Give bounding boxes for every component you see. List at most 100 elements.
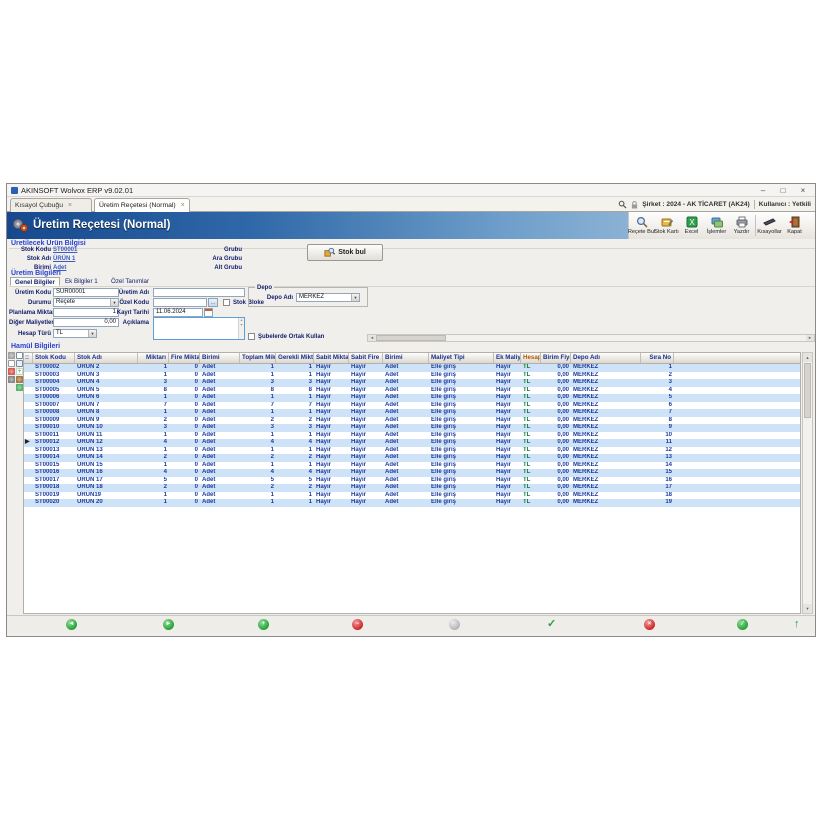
table-row[interactable]: ST00007 ÜRÜN 7 7 0 Adet 7 7 Hayır Hayır … [24,402,800,410]
col-birimi[interactable]: Birimi [200,353,240,363]
scrollbar[interactable]: ▲▼ [238,318,244,339]
col-sabit-fire[interactable]: Sabit Fire [349,353,383,363]
hesap-turu-select[interactable]: TL▼ [53,329,97,338]
copy-doc-icon[interactable] [16,352,23,359]
scroll-top-button[interactable]: ↑ [794,618,800,631]
tab-ozel-tanimlar[interactable]: Özel Tanımlar [107,277,153,286]
stok-adi-link[interactable]: ÜRÜN 1 [53,255,75,264]
stok-bloke-checkbox[interactable] [223,299,230,306]
minimize-button[interactable]: – [753,184,773,197]
scrollbar-thumb[interactable] [376,335,446,341]
recete-bul-button[interactable]: Reçete Bul [629,212,654,239]
vertical-scrollbar[interactable]: ▲ ▼ [802,352,813,614]
kapat-button[interactable]: Kapat [782,212,807,239]
table-row[interactable]: ST00016 ÜRÜN 16 4 0 Adet 4 4 Hayır Hayır… [24,469,800,477]
table-row[interactable]: ST00017 ÜRÜN 17 5 0 Adet 5 5 Hayır Hayır… [24,477,800,485]
calendar-icon[interactable] [204,308,213,317]
delete-record-button[interactable]: − [352,619,363,630]
tab-uretim-recetesi[interactable]: Üretim Reçetesi (Normal) × [94,198,190,212]
aciklama-textarea[interactable]: ▲▼ [153,317,245,340]
tab-ek-bilgiler-1[interactable]: Ek Bilgiler 1 [61,277,102,286]
col-birimi-2[interactable]: Birimi [383,353,429,363]
export-icon[interactable] [16,384,23,391]
islemler-button[interactable]: İşlemler [704,212,729,239]
table-row[interactable]: ST00011 ÜRÜN 11 1 0 Adet 1 1 Hayır Hayır… [24,432,800,440]
undo-red-icon[interactable] [8,368,15,375]
gear-dark-icon[interactable] [8,376,15,383]
cell-birimi-2: Adet [383,477,429,485]
table-row[interactable]: ST00015 ÜRÜN 15 1 0 Adet 1 1 Hayır Hayır… [24,462,800,470]
settings-gear-icon[interactable] [8,352,15,359]
chevron-down-icon[interactable]: ▼ [88,330,96,337]
abort-button[interactable]: ∕ [737,619,748,630]
yazdir-button[interactable]: Yazdır [729,212,754,239]
scrollbar-thumb[interactable] [804,363,811,418]
table-row[interactable]: ST00019 ÜRÜN19 1 0 Adet 1 1 Hayır Hayır … [24,492,800,500]
prev-record-button[interactable]: ◄ [66,619,77,630]
col-maliyet-tipi[interactable]: Maliyet Tipi [429,353,494,363]
col-ek-maliyet[interactable]: Ek Maliyet [494,353,521,363]
tab-close-icon[interactable]: × [68,202,72,209]
ozel-kodu-input[interactable] [153,298,207,307]
tab-close-icon[interactable]: × [181,202,185,209]
cell-stok-adi: ÜRÜN 16 [75,469,138,477]
tab-genel-bilgiler[interactable]: Genel Bilgiler [10,277,60,286]
table-row[interactable]: ST00014 ÜRÜN 14 2 0 Adet 2 2 Hayır Hayır… [24,454,800,462]
table-row[interactable]: ST00010 ÜRÜN 10 3 0 Adet 3 3 Hayır Hayır… [24,424,800,432]
maximize-button[interactable]: □ [773,184,793,197]
add-plus-icon[interactable]: + [16,368,23,375]
kayit-tarihi-input[interactable]: 11.06.2024 [153,308,203,317]
scroll-right-icon[interactable]: ► [806,335,814,341]
kisayollar-button[interactable]: Kısayollar [757,212,782,239]
stok-bul-button[interactable]: Stok bul [307,244,383,261]
col-sira-no[interactable]: Sıra No [641,353,674,363]
package-icon[interactable] [16,376,23,383]
col-miktari[interactable]: Miktarı [138,353,169,363]
new-doc-icon[interactable] [8,360,15,367]
col-gerekli-miktar[interactable]: Gerekli Miktar [276,353,314,363]
table-row[interactable]: ST00002 ÜRÜN 2 1 0 Adet 1 1 Hayır Hayır … [24,364,800,372]
cell-birim-fiyati: 0,00 [541,484,571,492]
ozel-kodu-picker-icon[interactable]: … [208,298,218,307]
stok-kodu-link[interactable]: ST00001 [53,246,77,255]
ozel-kodu-label: Özel Kodu [107,299,149,308]
excel-button[interactable]: X Excel [679,212,704,239]
confirm-button[interactable]: ✓ [547,618,556,631]
uretim-adi-input[interactable] [153,288,245,297]
chevron-down-icon[interactable]: ▼ [351,294,359,301]
next-record-button[interactable]: ► [163,619,174,630]
scroll-up-icon[interactable]: ▲ [803,353,812,362]
stok-karti-button[interactable]: Stok Kartı [654,212,679,239]
depo-adi-select[interactable]: MERKEZ▼ [296,293,360,302]
refresh-button[interactable] [449,619,460,630]
tab-kisayol-cubugu[interactable]: Kısayol Çubuğu × [10,198,92,212]
table-row[interactable]: ST00008 ÜRÜN 8 1 0 Adet 1 1 Hayır Hayır … [24,409,800,417]
scroll-down-icon[interactable]: ▼ [803,604,812,613]
search-icon[interactable] [618,200,627,209]
scroll-left-icon[interactable]: ◄ [368,335,376,341]
cell-birimi-2: Adet [383,492,429,500]
col-fire-miktari[interactable]: Fire Miktarı [169,353,200,363]
subelerde-ortak-kullan-checkbox[interactable] [248,333,255,340]
add-record-button[interactable]: + [258,619,269,630]
table-row[interactable]: ST00018 ÜRÜN 18 2 0 Adet 2 2 Hayır Hayır… [24,484,800,492]
col-hesap[interactable]: Hesap [521,353,541,363]
cancel-button[interactable]: × [644,619,655,630]
close-button[interactable]: × [793,184,813,197]
col-sabit-miktar[interactable]: Sabit Miktar [314,353,349,363]
table-row[interactable]: ST00020 ÜRÜN 20 1 0 Adet 1 1 Hayır Hayır… [24,499,800,507]
col-stok-kodu[interactable]: Stok Kodu [33,353,75,363]
table-row[interactable]: ▶ ST00012 ÜRÜN 12 4 0 Adet 4 4 Hayır Hay… [24,439,800,447]
table-row[interactable]: ST00006 ÜRÜN 6 1 0 Adet 1 1 Hayır Hayır … [24,394,800,402]
table-row[interactable]: ST00003 ÜRÜN 3 1 0 Adet 1 1 Hayır Hayır … [24,372,800,380]
horizontal-scrollbar[interactable]: ◄ ► [367,334,815,342]
paste-doc-icon[interactable] [16,360,23,367]
col-toplam-miktar[interactable]: Toplam Miktar [240,353,276,363]
col-depo-adi[interactable]: Depo Adı [571,353,641,363]
col-stok-adi[interactable]: Stok Adı [75,353,138,363]
table-row[interactable]: ST00009 ÜRÜN 9 2 0 Adet 2 2 Hayır Hayır … [24,417,800,425]
table-row[interactable]: ST00004 ÜRÜN 4 3 0 Adet 3 3 Hayır Hayır … [24,379,800,387]
table-row[interactable]: ST00005 ÜRÜN 5 8 0 Adet 8 8 Hayır Hayır … [24,387,800,395]
table-row[interactable]: ST00013 ÜRÜN 13 1 0 Adet 1 1 Hayır Hayır… [24,447,800,455]
col-birim-fiyati[interactable]: Birim Fiyatı [541,353,571,363]
